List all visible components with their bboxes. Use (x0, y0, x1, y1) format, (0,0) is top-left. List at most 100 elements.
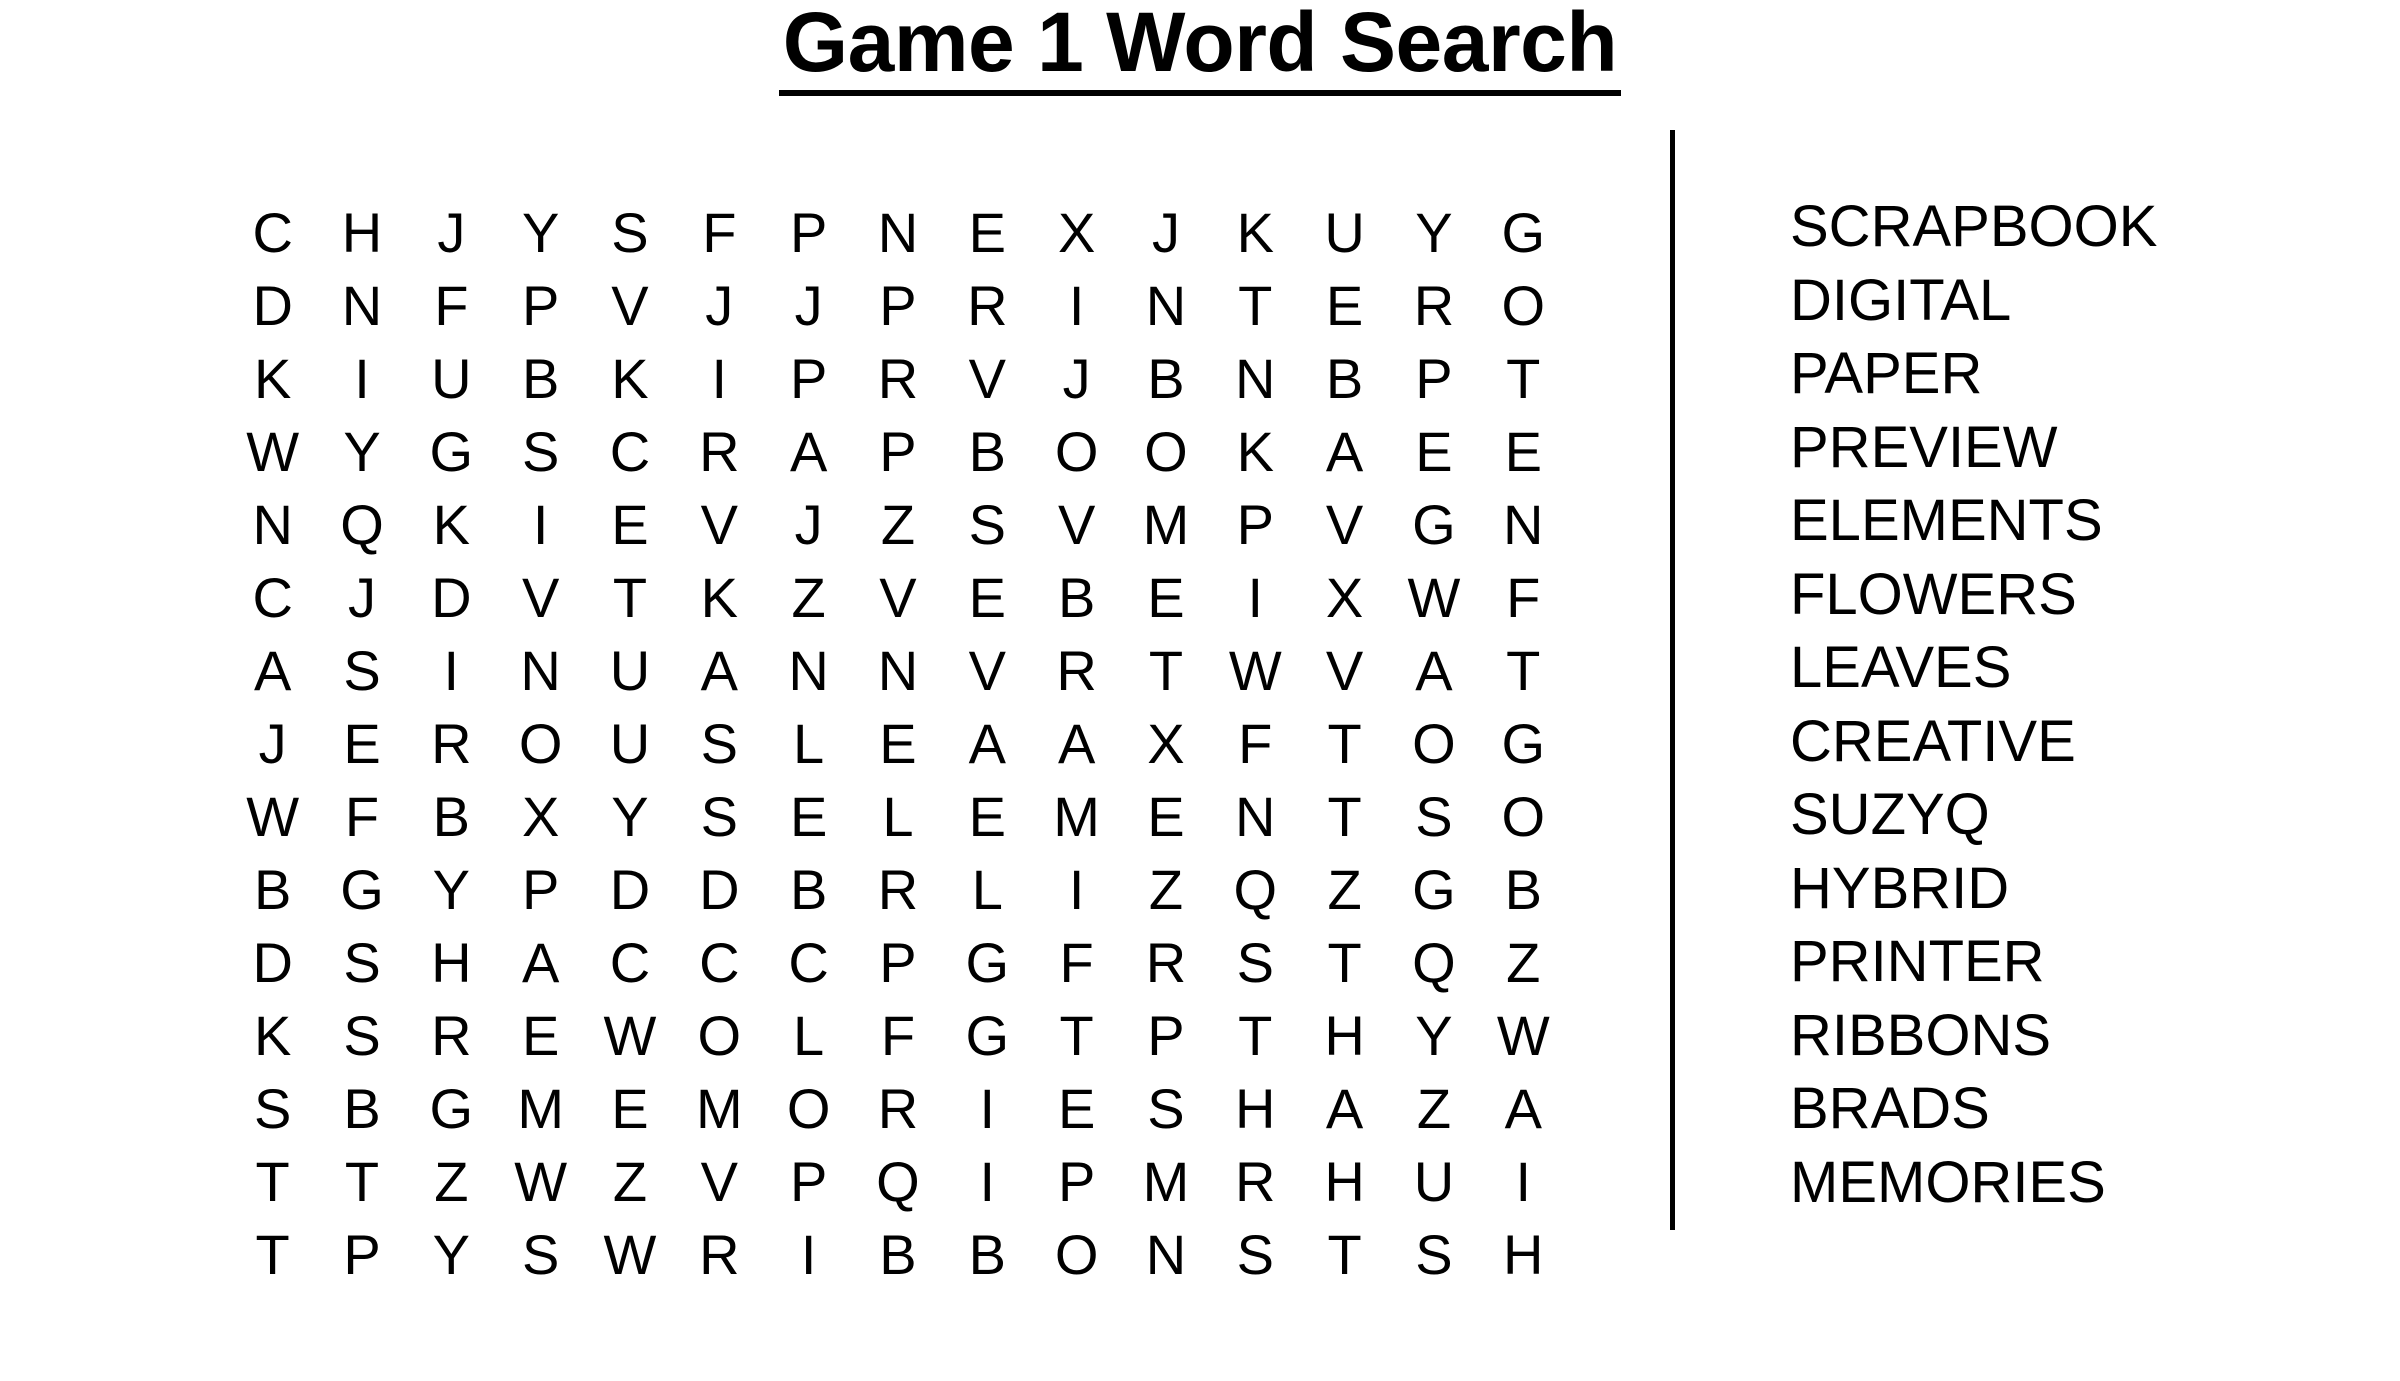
grid-cell[interactable]: H (1479, 1218, 1568, 1291)
grid-cell[interactable]: C (228, 196, 317, 269)
grid-cell[interactable]: A (1032, 707, 1121, 780)
grid-cell[interactable]: Y (1389, 999, 1478, 1072)
grid-cell[interactable]: I (496, 488, 585, 561)
grid-cell[interactable]: T (1300, 1218, 1389, 1291)
grid-cell[interactable]: D (228, 926, 317, 999)
grid-cell[interactable]: E (585, 488, 674, 561)
grid-cell[interactable]: I (943, 1072, 1032, 1145)
grid-cell[interactable]: Y (407, 1218, 496, 1291)
grid-cell[interactable]: J (1121, 196, 1210, 269)
grid-cell[interactable]: C (585, 415, 674, 488)
grid-cell[interactable]: H (1300, 999, 1389, 1072)
grid-cell[interactable]: N (1121, 269, 1210, 342)
grid-cell[interactable]: F (317, 780, 406, 853)
grid-cell[interactable]: U (407, 342, 496, 415)
grid-cell[interactable]: I (1032, 269, 1121, 342)
grid-cell[interactable]: S (1121, 1072, 1210, 1145)
grid-cell[interactable]: K (585, 342, 674, 415)
grid-cell[interactable]: B (1479, 853, 1568, 926)
grid-cell[interactable]: W (1211, 634, 1300, 707)
grid-cell[interactable]: W (228, 780, 317, 853)
grid-cell[interactable]: Z (1300, 853, 1389, 926)
grid-cell[interactable]: U (1389, 1145, 1478, 1218)
grid-cell[interactable]: P (496, 269, 585, 342)
grid-cell[interactable]: A (1300, 415, 1389, 488)
grid-cell[interactable]: O (1032, 1218, 1121, 1291)
grid-cell[interactable]: E (1389, 415, 1478, 488)
grid-cell[interactable]: X (1121, 707, 1210, 780)
grid-cell[interactable]: F (675, 196, 764, 269)
grid-cell[interactable]: S (1389, 780, 1478, 853)
grid-cell[interactable]: I (1211, 561, 1300, 634)
grid-cell[interactable]: R (407, 999, 496, 1072)
grid-cell[interactable]: R (675, 1218, 764, 1291)
grid-cell[interactable]: E (585, 1072, 674, 1145)
grid-cell[interactable]: O (764, 1072, 853, 1145)
grid-cell[interactable]: Z (1479, 926, 1568, 999)
grid-cell[interactable]: B (1121, 342, 1210, 415)
grid-cell[interactable]: G (943, 999, 1032, 1072)
word-list-item[interactable]: HYBRID (1790, 852, 2370, 926)
word-list-item[interactable]: MEMORIES (1790, 1146, 2370, 1220)
grid-cell[interactable]: C (585, 926, 674, 999)
grid-cell[interactable]: T (317, 1145, 406, 1218)
grid-cell[interactable]: I (407, 634, 496, 707)
grid-cell[interactable]: Q (317, 488, 406, 561)
grid-cell[interactable]: X (1032, 196, 1121, 269)
grid-cell[interactable]: C (675, 926, 764, 999)
grid-cell[interactable]: B (317, 1072, 406, 1145)
grid-cell[interactable]: G (317, 853, 406, 926)
grid-cell[interactable]: W (585, 999, 674, 1072)
grid-cell[interactable]: H (407, 926, 496, 999)
grid-cell[interactable]: C (228, 561, 317, 634)
grid-cell[interactable]: T (1300, 780, 1389, 853)
grid-cell[interactable]: Z (1121, 853, 1210, 926)
grid-cell[interactable]: F (853, 999, 942, 1072)
grid-cell[interactable]: P (1389, 342, 1478, 415)
grid-cell[interactable]: G (1389, 853, 1478, 926)
grid-cell[interactable]: L (764, 707, 853, 780)
grid-cell[interactable]: L (853, 780, 942, 853)
grid-cell[interactable]: T (228, 1218, 317, 1291)
grid-cell[interactable]: E (317, 707, 406, 780)
grid-cell[interactable]: I (1479, 1145, 1568, 1218)
grid-cell[interactable]: W (1389, 561, 1478, 634)
grid-cell[interactable]: P (853, 926, 942, 999)
grid-cell[interactable]: E (943, 196, 1032, 269)
grid-cell[interactable]: O (675, 999, 764, 1072)
grid-cell[interactable]: N (1211, 780, 1300, 853)
grid-cell[interactable]: E (1479, 415, 1568, 488)
grid-cell[interactable]: E (1121, 780, 1210, 853)
grid-cell[interactable]: B (407, 780, 496, 853)
grid-cell[interactable]: P (764, 342, 853, 415)
grid-cell[interactable]: G (1479, 707, 1568, 780)
grid-cell[interactable]: B (1300, 342, 1389, 415)
grid-cell[interactable]: N (853, 196, 942, 269)
grid-cell[interactable]: D (585, 853, 674, 926)
grid-cell[interactable]: L (943, 853, 1032, 926)
grid-cell[interactable]: L (764, 999, 853, 1072)
grid-cell[interactable]: Y (407, 853, 496, 926)
grid-cell[interactable]: E (1300, 269, 1389, 342)
grid-cell[interactable]: T (1479, 342, 1568, 415)
word-list-item[interactable]: DIGITAL (1790, 264, 2370, 338)
grid-cell[interactable]: S (496, 415, 585, 488)
grid-cell[interactable]: K (1211, 196, 1300, 269)
grid-cell[interactable]: W (496, 1145, 585, 1218)
grid-cell[interactable]: V (1300, 634, 1389, 707)
grid-cell[interactable]: G (943, 926, 1032, 999)
grid-cell[interactable]: A (228, 634, 317, 707)
grid-cell[interactable]: A (1300, 1072, 1389, 1145)
grid-cell[interactable]: B (853, 1218, 942, 1291)
grid-cell[interactable]: T (1211, 999, 1300, 1072)
grid-cell[interactable]: K (228, 999, 317, 1072)
grid-cell[interactable]: I (675, 342, 764, 415)
grid-cell[interactable]: A (1389, 634, 1478, 707)
grid-cell[interactable]: Z (407, 1145, 496, 1218)
grid-cell[interactable]: E (943, 780, 1032, 853)
grid-cell[interactable]: V (585, 269, 674, 342)
grid-cell[interactable]: Z (853, 488, 942, 561)
grid-cell[interactable]: E (764, 780, 853, 853)
grid-cell[interactable]: N (228, 488, 317, 561)
word-list-item[interactable]: PREVIEW (1790, 411, 2370, 485)
